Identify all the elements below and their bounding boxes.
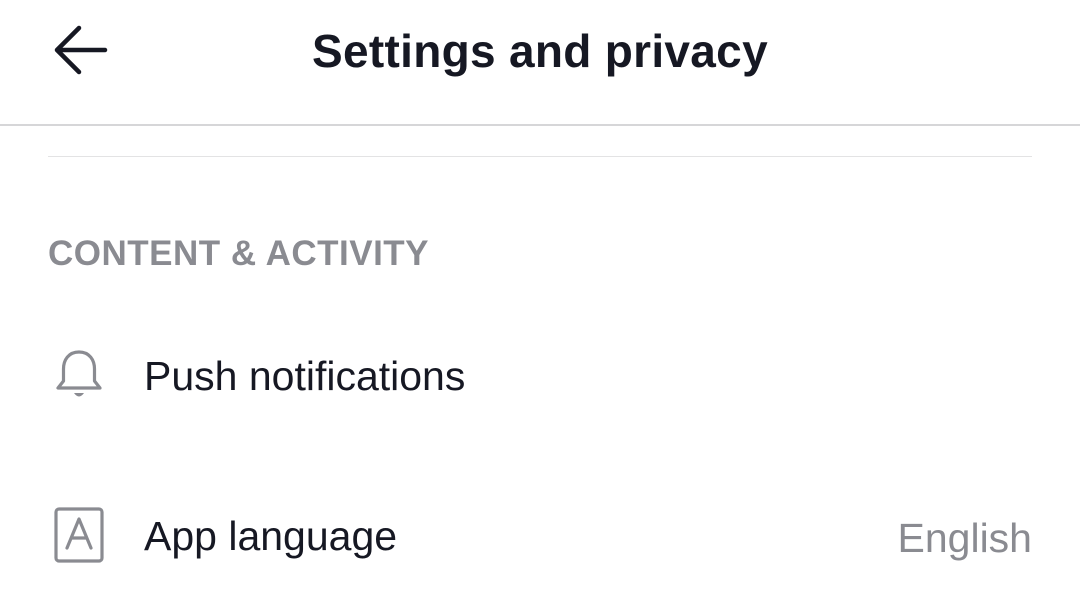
push-notifications-item[interactable]: Push notifications bbox=[0, 316, 1080, 436]
app-language-item[interactable]: App language English bbox=[0, 476, 1080, 596]
app-language-label: App language bbox=[144, 513, 398, 559]
section-label-content-activity: CONTENT & ACTIVITY bbox=[48, 234, 430, 273]
section-divider bbox=[48, 156, 1032, 157]
page-title: Settings and privacy bbox=[312, 25, 768, 77]
bell-icon bbox=[50, 346, 108, 404]
language-a-icon bbox=[50, 506, 108, 564]
app-language-value: English bbox=[897, 515, 1032, 561]
push-notifications-label: Push notifications bbox=[144, 353, 466, 399]
top-bar: Settings and privacy bbox=[0, 0, 1080, 126]
